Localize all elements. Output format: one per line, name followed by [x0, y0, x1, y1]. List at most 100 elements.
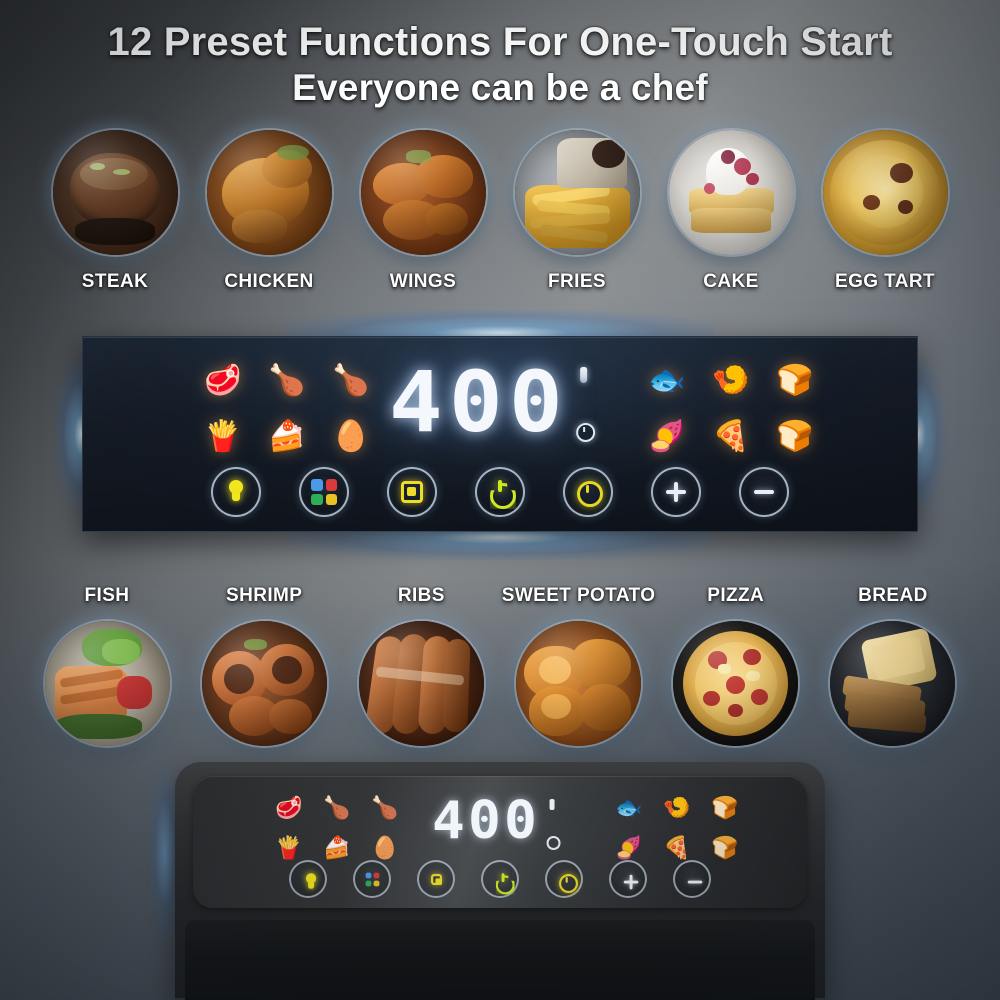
appliance-preset-fish-icon[interactable]: 🐟	[615, 797, 642, 819]
appliance-power-button[interactable]	[481, 860, 519, 898]
appliance-preset-shrimp-icon[interactable]: 🍤	[663, 797, 690, 819]
preset-button[interactable]	[387, 467, 437, 517]
cake-photo	[668, 130, 794, 255]
food-item-shrimp[interactable]: SHRIMP	[189, 585, 339, 746]
food-item-cake[interactable]: CAKE	[656, 130, 806, 293]
temperature-indicator-icon	[579, 367, 587, 383]
plus-icon	[621, 872, 638, 889]
food-item-fries[interactable]: FRIES	[502, 130, 652, 293]
preset-icons-right: 🐟 🍤 🍞 🍠 🍕 🍞	[635, 353, 827, 465]
power-icon	[487, 479, 513, 505]
appliance-decrease-button[interactable]	[673, 860, 711, 898]
food-item-bread[interactable]: BREAD	[818, 585, 968, 746]
appliance-control-panel[interactable]: 🥩 🍗 🍗 🍟 🍰 🥚 400 🐟 🍤 🍞 🍠 🍕 🍞	[193, 776, 807, 908]
appliance-keep-warm-button[interactable]	[545, 860, 583, 898]
appliance-led-display: 400	[432, 794, 566, 856]
preset-shrimp-icon[interactable]: 🍤	[711, 361, 751, 401]
sweet-potato-photo	[516, 621, 642, 746]
timer-clock-icon	[557, 872, 578, 893]
appliance-preset-sweet-potato-icon[interactable]: 🍠	[615, 837, 642, 859]
control-panel-closeup: 🥩 🍗 🍗 🍟 🍰 🥚 400 🐟 🍤 🍞 🍠 🍕 🍞	[55, 310, 945, 560]
appliance-preset-egg-tart-icon[interactable]: 🥚	[371, 837, 398, 859]
preset-fries-icon[interactable]: 🍟	[203, 417, 243, 457]
preset-egg-tart-icon[interactable]: 🥚	[331, 417, 371, 457]
preset-ribs-icon[interactable]: 🍞	[775, 361, 815, 401]
food-item-wings[interactable]: WINGS	[348, 130, 498, 293]
food-item-ribs[interactable]: RIBS	[346, 585, 496, 746]
appliance-preset-button[interactable]	[417, 860, 455, 898]
food-label: FISH	[84, 585, 130, 606]
pizza-photo	[673, 621, 799, 746]
bulb-icon	[223, 479, 249, 505]
light-button[interactable]	[211, 467, 261, 517]
increase-button[interactable]	[651, 467, 701, 517]
air-fryer-product: 🥩 🍗 🍗 🍟 🍰 🥚 400 🐟 🍤 🍞 🍠 🍕 🍞	[149, 762, 825, 1000]
timer-clock-icon	[575, 479, 603, 507]
food-preset-row-top: STEAK CHICKEN WINGS FRIES CAKE EGG TART	[40, 130, 960, 293]
power-icon	[493, 872, 507, 886]
appliance-light-button[interactable]	[289, 860, 327, 898]
appliance-body: 🥩 🍗 🍗 🍟 🍰 🥚 400 🐟 🍤 🍞 🍠 🍕 🍞	[175, 762, 825, 1000]
preset-pizza-icon[interactable]: 🍕	[711, 417, 751, 457]
headline-line-2: Everyone can be a chef	[292, 67, 708, 108]
appliance-display-indicators	[543, 794, 565, 856]
control-panel: 🥩 🍗 🍗 🍟 🍰 🥚 400 🐟 🍤 🍞 🍠 🍕 🍞	[82, 336, 918, 532]
appliance-timer-indicator-icon	[546, 836, 561, 850]
decrease-button[interactable]	[739, 467, 789, 517]
appliance-preset-fries-icon[interactable]: 🍟	[275, 837, 302, 859]
preset-steak-icon[interactable]: 🥩	[203, 361, 243, 401]
ribs-photo	[358, 621, 484, 746]
food-label: STEAK	[81, 271, 149, 292]
food-preset-row-bottom: FISH SHRIMP RIBS SWEET POTATO PIZZA BREA…	[32, 585, 968, 746]
appliance-preset-bread-icon[interactable]: 🍞	[711, 837, 738, 859]
appliance-preset-steak-icon[interactable]: 🥩	[275, 797, 302, 819]
appliance-presets-right: 🐟 🍤 🍞 🍠 🍕 🍞	[605, 788, 749, 868]
food-label: BREAD	[858, 585, 928, 606]
appliance-drawer[interactable]	[185, 920, 815, 1000]
food-item-steak[interactable]: STEAK	[40, 130, 190, 293]
food-item-egg-tart[interactable]: EGG TART	[810, 130, 960, 293]
food-label: PIZZA	[707, 585, 765, 606]
preset-fish-icon[interactable]: 🐟	[647, 361, 687, 401]
page-title: 12 Preset Functions For One-Touch Start …	[0, 18, 1000, 110]
headline-line-1: 12 Preset Functions For One-Touch Start	[107, 20, 893, 64]
appliance-presets-left: 🥩 🍗 🍗 🍟 🍰 🥚	[265, 788, 409, 868]
preset-wings-icon[interactable]: 🍗	[331, 361, 371, 401]
food-item-fish[interactable]: FISH	[32, 585, 182, 746]
bread-photo	[830, 621, 956, 746]
food-label: SHRIMP	[226, 585, 303, 606]
keep-warm-button[interactable]	[563, 467, 613, 517]
appliance-preset-ribs-icon[interactable]: 🍞	[711, 797, 738, 819]
preset-bread-icon[interactable]: 🍞	[775, 417, 815, 457]
preset-sweet-potato-icon[interactable]: 🍠	[647, 417, 687, 457]
menu-button[interactable]	[299, 467, 349, 517]
appliance-preset-pizza-icon[interactable]: 🍕	[663, 837, 690, 859]
food-item-chicken[interactable]: CHICKEN	[194, 130, 344, 293]
food-label: RIBS	[397, 585, 445, 606]
menu-grid-icon	[364, 871, 381, 888]
food-item-sweet-potato[interactable]: SWEET POTATO	[501, 585, 656, 746]
appliance-preset-wings-icon[interactable]: 🍗	[371, 797, 398, 819]
chicken-photo	[206, 130, 332, 255]
food-label: FRIES	[548, 271, 606, 292]
preset-icons-left: 🥩 🍗 🍗 🍟 🍰 🥚	[191, 353, 383, 465]
egg-tart-photo	[822, 130, 948, 255]
preset-square-icon	[399, 479, 425, 505]
appliance-preset-cake-icon[interactable]: 🍰	[323, 837, 350, 859]
food-label: CAKE	[703, 271, 759, 292]
fries-photo	[514, 130, 640, 255]
power-button[interactable]	[475, 467, 525, 517]
food-label: SWEET POTATO	[501, 585, 656, 606]
food-item-pizza[interactable]: PIZZA	[661, 585, 811, 746]
plus-icon	[663, 479, 689, 505]
appliance-menu-button[interactable]	[353, 860, 391, 898]
timer-indicator-icon	[575, 423, 595, 442]
food-label: CHICKEN	[224, 271, 314, 292]
appliance-preset-chicken-icon[interactable]: 🍗	[323, 797, 350, 819]
food-label: EGG TART	[835, 271, 935, 292]
appliance-control-button-row	[193, 860, 807, 898]
preset-chicken-icon[interactable]: 🍗	[267, 361, 307, 401]
appliance-increase-button[interactable]	[609, 860, 647, 898]
minus-icon	[751, 479, 777, 505]
preset-cake-icon[interactable]: 🍰	[267, 417, 307, 457]
